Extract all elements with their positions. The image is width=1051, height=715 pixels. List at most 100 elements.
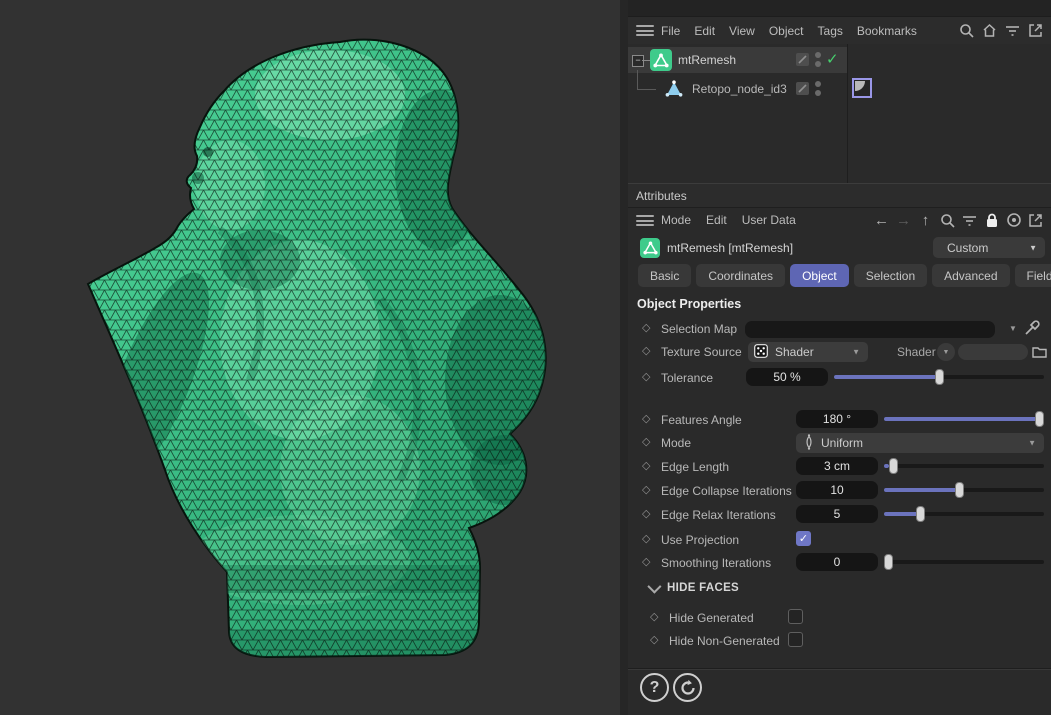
- visibility-dots-icon[interactable]: [815, 81, 821, 99]
- edge-length-slider[interactable]: [884, 458, 1044, 474]
- selection-map-input[interactable]: [745, 321, 995, 338]
- menu-object[interactable]: Object: [769, 24, 804, 38]
- tree-row-mtremesh[interactable]: − mtRemesh ✓: [628, 47, 847, 73]
- search-icon[interactable]: [958, 22, 975, 39]
- tolerance-label: Tolerance: [661, 371, 713, 385]
- features-angle-slider[interactable]: [884, 411, 1044, 427]
- home-icon[interactable]: [981, 22, 998, 39]
- tree-expander-icon[interactable]: −: [632, 55, 644, 67]
- shader-dice-icon: [754, 344, 768, 361]
- smoothing-iterations-row: ◇ Smoothing Iterations 0: [628, 553, 1051, 573]
- menu-edit[interactable]: Edit: [694, 24, 715, 38]
- up-arrow-icon[interactable]: ↑: [917, 212, 934, 229]
- object-name-mtremesh[interactable]: mtRemesh: [678, 53, 736, 67]
- edge-length-row: ◇ Edge Length 3 cm: [628, 457, 1051, 477]
- tab-coordinates[interactable]: Coordinates: [696, 264, 785, 287]
- mode-row: ◇ Mode Uniform ▼: [628, 433, 1051, 453]
- keyframe-diamond-icon[interactable]: ◇: [642, 483, 650, 496]
- polygon-selection-tag-icon[interactable]: [852, 78, 872, 98]
- use-projection-checkbox[interactable]: ✓: [796, 531, 811, 546]
- chevron-down-icon[interactable]: ▼: [1009, 324, 1017, 333]
- keyframe-diamond-icon[interactable]: ◇: [650, 633, 658, 646]
- menu-edit[interactable]: Edit: [706, 213, 727, 227]
- popout-icon[interactable]: [1027, 22, 1044, 39]
- help-icon[interactable]: ?: [640, 673, 669, 702]
- tab-fields[interactable]: Fields: [1015, 264, 1051, 287]
- retopo-node-icon[interactable]: [664, 79, 684, 101]
- menu-bookmarks[interactable]: Bookmarks: [857, 24, 917, 38]
- display-toggle-icon[interactable]: [796, 82, 809, 95]
- object-manager-tree: − mtRemesh ✓ Retopo_node_id3: [628, 44, 1051, 183]
- tolerance-slider[interactable]: [834, 369, 1044, 385]
- shader-link-field[interactable]: [958, 344, 1028, 360]
- search-icon[interactable]: [939, 212, 956, 229]
- keyframe-diamond-icon[interactable]: ◇: [642, 532, 650, 545]
- display-toggle-icon[interactable]: [796, 53, 809, 66]
- object-manager-column-divider[interactable]: [847, 44, 848, 183]
- visibility-dots-icon[interactable]: [815, 52, 821, 70]
- slider-knob[interactable]: [955, 482, 964, 498]
- hamburger-menu-icon[interactable]: [636, 215, 654, 226]
- keyframe-diamond-icon[interactable]: ◇: [642, 370, 650, 383]
- menu-view[interactable]: View: [729, 24, 755, 38]
- menu-tags[interactable]: Tags: [818, 24, 843, 38]
- menu-file[interactable]: File: [661, 24, 680, 38]
- eyedropper-icon[interactable]: [1024, 319, 1041, 336]
- menu-mode[interactable]: Mode: [661, 213, 691, 227]
- texture-source-dropdown[interactable]: Shader ▼: [748, 342, 868, 362]
- shader-options-button[interactable]: ▼: [937, 343, 955, 361]
- keyframe-diamond-icon[interactable]: ◇: [642, 435, 650, 448]
- object-name-retopo-node[interactable]: Retopo_node_id3: [692, 82, 787, 96]
- texture-source-value: Shader: [775, 345, 814, 359]
- selection-map-row: ◇ Selection Map ▼: [628, 319, 1051, 339]
- hide-generated-checkbox[interactable]: ✓: [788, 609, 803, 624]
- slider-knob[interactable]: [884, 554, 893, 570]
- folder-icon[interactable]: [1031, 343, 1048, 360]
- popout-icon[interactable]: [1027, 212, 1044, 229]
- viewport-canvas[interactable]: [0, 0, 620, 715]
- lock-icon[interactable]: [983, 212, 1000, 229]
- features-angle-input[interactable]: 180 °: [796, 410, 878, 428]
- keyframe-diamond-icon[interactable]: ◇: [642, 412, 650, 425]
- edge-collapse-iterations-input[interactable]: 10: [796, 481, 878, 499]
- filter-icon[interactable]: [1004, 22, 1021, 39]
- filter-icon[interactable]: [961, 212, 978, 229]
- smoothing-iterations-slider[interactable]: [884, 554, 1044, 570]
- hamburger-menu-icon[interactable]: [636, 25, 654, 36]
- tab-object[interactable]: Object: [790, 264, 849, 287]
- tree-row-retopo-node[interactable]: Retopo_node_id3: [628, 76, 847, 102]
- refresh-icon[interactable]: [673, 673, 702, 702]
- edge-relax-iterations-slider[interactable]: [884, 506, 1044, 522]
- keyframe-diamond-icon[interactable]: ◇: [642, 344, 650, 357]
- edge-length-input[interactable]: 3 cm: [796, 457, 878, 475]
- tab-selection[interactable]: Selection: [854, 264, 927, 287]
- slider-knob[interactable]: [1035, 411, 1044, 427]
- edge-collapse-iterations-slider[interactable]: [884, 482, 1044, 498]
- enabled-check-icon[interactable]: ✓: [826, 50, 839, 68]
- smoothing-iterations-input[interactable]: 0: [796, 553, 878, 571]
- panel-gutter[interactable]: [620, 0, 628, 715]
- mode-dropdown[interactable]: Uniform ▼: [796, 433, 1044, 453]
- slider-knob[interactable]: [916, 506, 925, 522]
- keyframe-diamond-icon[interactable]: ◇: [642, 459, 650, 472]
- keyframe-diamond-icon[interactable]: ◇: [642, 507, 650, 520]
- keyframe-diamond-icon[interactable]: ◇: [642, 321, 650, 334]
- menu-user-data[interactable]: User Data: [742, 213, 796, 227]
- use-projection-row: ◇ Use Projection ✓: [628, 530, 1051, 550]
- tab-basic[interactable]: Basic: [638, 264, 691, 287]
- remesh-object-icon[interactable]: [650, 49, 672, 71]
- edge-collapse-iterations-label: Edge Collapse Iterations: [661, 484, 792, 498]
- forward-arrow-icon[interactable]: →: [895, 212, 912, 229]
- tolerance-input[interactable]: 50 %: [746, 368, 828, 386]
- hide-non-generated-checkbox[interactable]: ✓: [788, 632, 803, 647]
- hide-faces-group-header[interactable]: HIDE FACES: [648, 582, 739, 594]
- back-arrow-icon[interactable]: ←: [873, 212, 890, 229]
- slider-knob[interactable]: [935, 369, 944, 385]
- tab-advanced[interactable]: Advanced: [932, 264, 1009, 287]
- keyframe-diamond-icon[interactable]: ◇: [650, 610, 658, 623]
- slider-knob[interactable]: [889, 458, 898, 474]
- target-icon[interactable]: [1005, 212, 1022, 229]
- preset-dropdown[interactable]: Custom ▼: [933, 237, 1045, 258]
- edge-relax-iterations-input[interactable]: 5: [796, 505, 878, 523]
- keyframe-diamond-icon[interactable]: ◇: [642, 555, 650, 568]
